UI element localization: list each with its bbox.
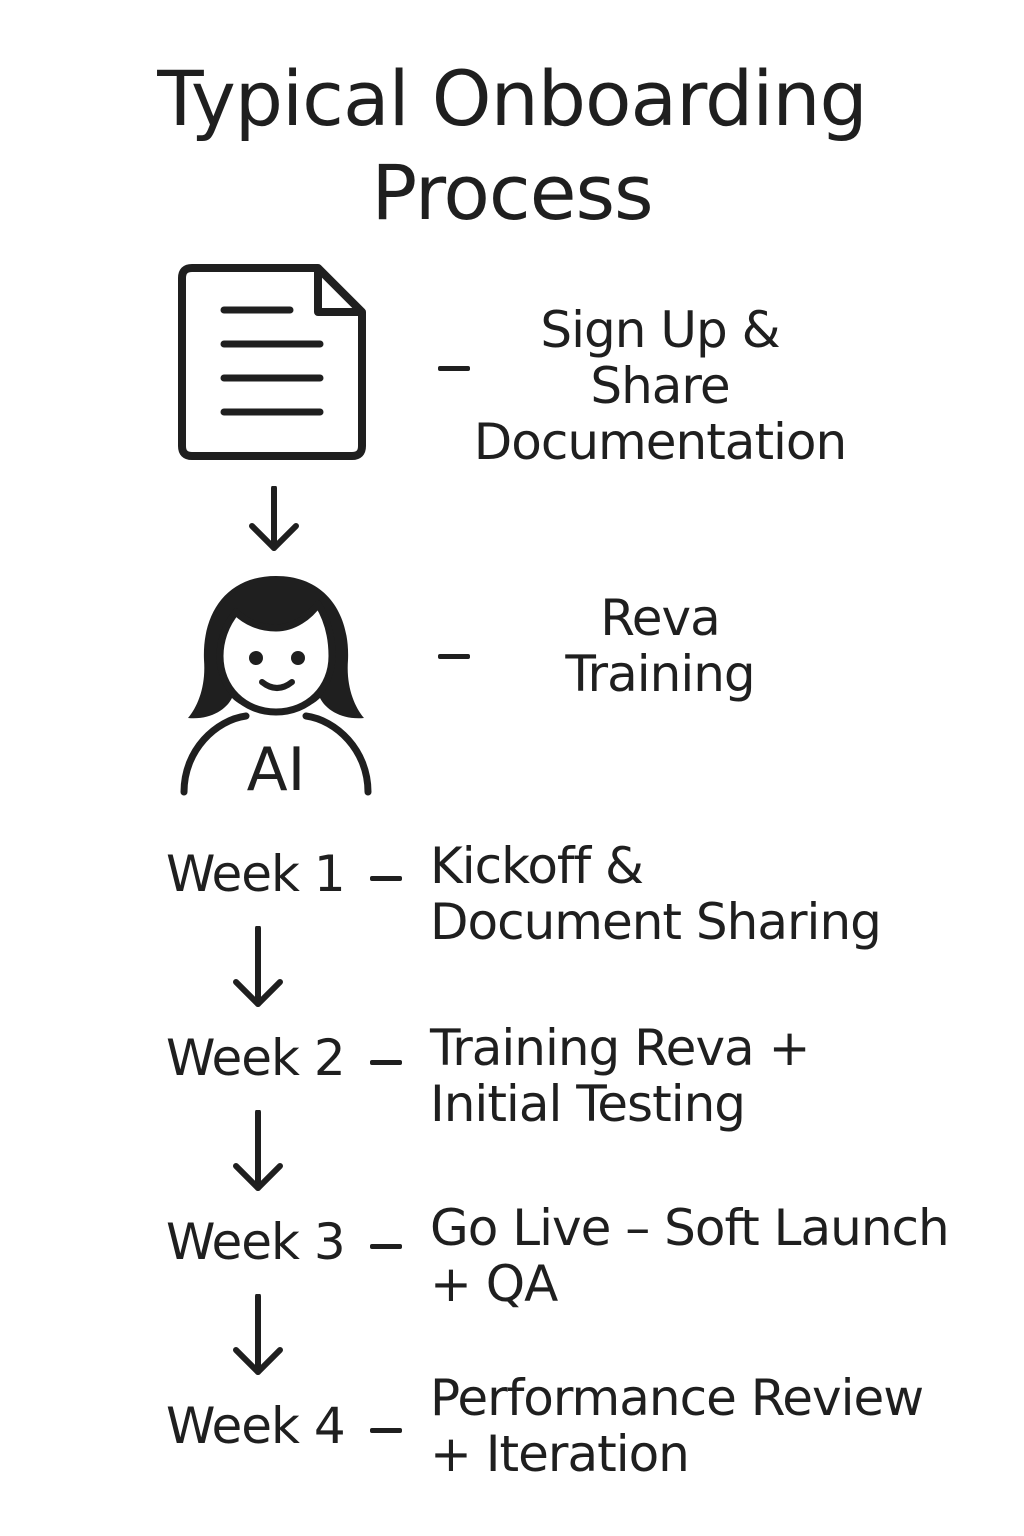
week-4-line-1: Performance Review: [430, 1369, 924, 1427]
title-line-1: Typical Onboarding: [157, 54, 868, 143]
arrow-down-icon: [230, 925, 286, 1014]
page-title: Typical Onboarding Process: [0, 52, 1024, 240]
week-3-line-1: Go Live – Soft Launch: [430, 1199, 950, 1257]
ai-avatar-icon: AI: [176, 570, 376, 814]
week-2-label: Week 2: [166, 1029, 346, 1087]
step-1-line-3: Documentation: [473, 413, 847, 471]
step-1-line-1: Sign Up &: [540, 301, 780, 359]
week-3-line-2: + QA: [430, 1255, 558, 1313]
arrow-down-icon: [230, 1109, 286, 1198]
week-1-line-2: Document Sharing: [430, 893, 882, 951]
step-1-line-2: Share: [590, 357, 730, 415]
ai-avatar-label: AI: [246, 735, 306, 805]
week-1-dash: [370, 876, 402, 881]
week-3-dash: [370, 1244, 402, 1249]
week-2-dash: [370, 1060, 402, 1065]
week-3-label: Week 3: [166, 1213, 346, 1271]
week-1-line-1: Kickoff &: [430, 837, 644, 895]
document-icon: [178, 262, 370, 466]
title-line-2: Process: [371, 148, 653, 237]
step-2-text: Reva Training: [440, 590, 880, 702]
week-1-label: Week 1: [166, 845, 346, 903]
arrow-down-icon: [230, 1293, 286, 1382]
week-3-text: Go Live – Soft Launch + QA: [430, 1200, 1010, 1312]
week-2-line-2: Initial Testing: [430, 1075, 746, 1133]
week-4-dash: [370, 1428, 402, 1433]
arrow-down-icon: [246, 485, 302, 558]
week-4-text: Performance Review + Iteration: [430, 1370, 990, 1482]
week-2-line-1: Training Reva +: [430, 1019, 810, 1077]
week-4-label: Week 4: [166, 1397, 346, 1455]
week-2-text: Training Reva + Initial Testing: [430, 1020, 990, 1132]
step-1-text: Sign Up & Share Documentation: [440, 302, 880, 470]
step-2-line-1: Reva: [600, 589, 721, 647]
week-4-line-2: + Iteration: [430, 1425, 690, 1483]
step-2-line-2: Training: [565, 645, 755, 703]
week-1-text: Kickoff & Document Sharing: [430, 838, 990, 950]
